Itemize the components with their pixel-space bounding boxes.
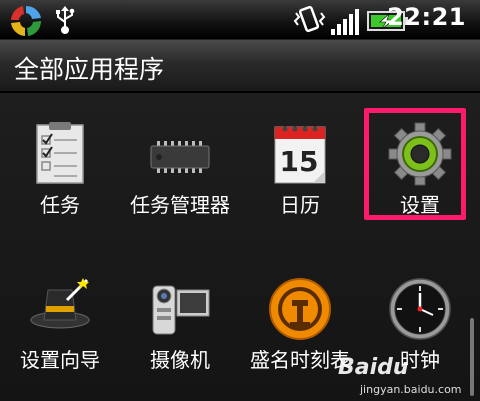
status-bar: 22:21 bbox=[0, 0, 480, 40]
magic-hat-icon bbox=[30, 278, 90, 329]
app-label: 摄像机 bbox=[150, 348, 210, 372]
page-title: 全部应用程序 bbox=[14, 55, 165, 84]
scrollbar[interactable] bbox=[470, 318, 474, 396]
title-bar: 全部应用程序 bbox=[0, 40, 480, 92]
clock-time: 22:21 bbox=[387, 3, 466, 31]
vibrate-icon bbox=[293, 5, 326, 33]
app-task-manager[interactable]: 任务管理器 bbox=[120, 93, 240, 223]
clock-icon bbox=[389, 278, 451, 340]
app-tasks[interactable]: 任务 bbox=[0, 93, 120, 223]
app-logo-icon bbox=[11, 5, 42, 36]
app-calendar[interactable]: 15 日历 bbox=[240, 93, 360, 223]
watermark-url: jingyan.baidu.com bbox=[360, 383, 462, 396]
app-label: 日历 bbox=[280, 193, 320, 217]
usb-icon bbox=[56, 6, 75, 34]
task-list-icon bbox=[36, 122, 84, 184]
railway-icon bbox=[269, 278, 331, 340]
app-label: 任务管理器 bbox=[130, 193, 230, 217]
baidu-watermark: Baidu jingyan.baidu.com bbox=[338, 353, 470, 399]
signal-icon bbox=[331, 9, 359, 35]
camcorder-icon bbox=[152, 285, 210, 335]
settings-highlight-box bbox=[364, 108, 466, 220]
calendar-day: 15 bbox=[280, 145, 319, 178]
app-setup-wizard[interactable]: 设置向导 bbox=[0, 248, 120, 378]
watermark-brand: Baidu bbox=[338, 355, 409, 380]
chip-icon bbox=[150, 141, 210, 173]
app-camcorder[interactable]: 摄像机 bbox=[120, 248, 240, 378]
calendar-icon: 15 bbox=[274, 126, 326, 184]
